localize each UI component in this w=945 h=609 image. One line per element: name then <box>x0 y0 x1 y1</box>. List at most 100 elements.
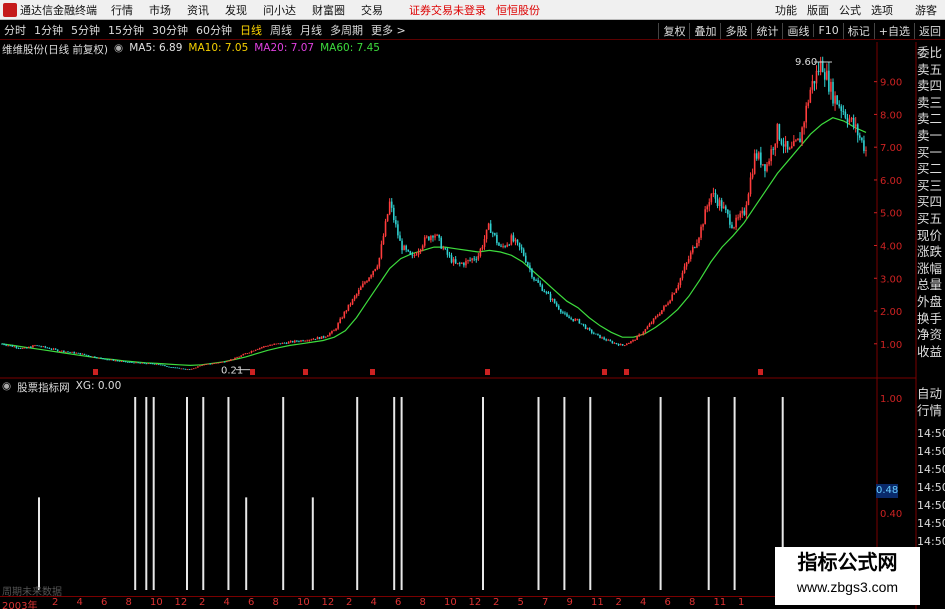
candle-body <box>425 236 428 238</box>
candle-body <box>378 257 381 267</box>
candle-body <box>390 201 393 208</box>
side-item-buy4[interactable]: 买四 <box>917 194 945 211</box>
candle-body <box>102 358 104 359</box>
quote-label[interactable]: 行情 <box>917 403 945 420</box>
candle-body <box>448 254 451 256</box>
candle-body <box>277 343 280 345</box>
side-item-volume[interactable]: 总量 <box>917 277 945 294</box>
candle-body <box>129 362 131 363</box>
candle-body <box>500 245 502 247</box>
candle-body <box>298 341 300 343</box>
time-axis-label: 8 <box>689 597 696 608</box>
candle-body <box>708 202 711 207</box>
side-item-sell1[interactable]: 卖一 <box>917 128 945 145</box>
candle-body <box>832 81 834 104</box>
sub-tick: 14:50 <box>917 481 945 494</box>
settings-dot-icon-2[interactable]: ◉ <box>2 380 11 395</box>
side-item-turnover[interactable]: 换手 <box>917 311 945 328</box>
candle-body <box>603 337 605 340</box>
kline-chart[interactable]: 9.00 8.00 7.00 6.00 5.00 4.00 3.00 2.00 1.00 1.0… <box>0 0 945 609</box>
sub-tick: 14:50 <box>917 499 945 512</box>
candle-body <box>634 339 636 341</box>
candle-body <box>287 341 290 344</box>
candle-body <box>351 299 354 305</box>
candle-body <box>30 346 32 348</box>
sub-axis-ticks: 14:50 14:50 14:50 14:50 14:50 14:50 14:5… <box>917 425 945 551</box>
side-item-buy2[interactable]: 买二 <box>917 161 945 178</box>
side-item-net-assets[interactable]: 净资 <box>917 327 945 344</box>
candle-body <box>85 354 88 356</box>
event-marker <box>370 369 375 375</box>
candle-body <box>304 340 306 342</box>
price-tick-label: 4.00 <box>880 241 902 252</box>
time-axis-label: 6 <box>101 597 108 608</box>
time-axis-label: 2 <box>199 597 206 608</box>
candle-body <box>108 359 111 361</box>
event-marker <box>624 369 629 375</box>
candle-body <box>539 282 541 286</box>
side-item-outer[interactable]: 外盘 <box>917 294 945 311</box>
candle-body <box>696 243 698 248</box>
indicator-name-label[interactable]: 股票指标网 <box>17 380 70 395</box>
side-item-sell2[interactable]: 卖二 <box>917 111 945 128</box>
candle-body <box>508 244 511 246</box>
xg-series: 1.00 0.40 <box>38 394 902 590</box>
year-label: 2003年 <box>2 601 38 609</box>
candle-body <box>452 259 455 263</box>
candle-body <box>766 164 768 172</box>
time-axis-label: 2 <box>493 597 500 608</box>
side-item-earnings[interactable]: 收益 <box>917 344 945 361</box>
sub-tick-top: 1.00 <box>880 394 902 405</box>
auto-label[interactable]: 自动 <box>917 386 945 403</box>
candle-body <box>529 265 531 270</box>
side-item-price[interactable]: 现价 <box>917 228 945 245</box>
candle-body <box>597 333 599 335</box>
candle-body <box>428 236 430 241</box>
candle-body <box>40 346 42 348</box>
candle-body <box>48 348 51 349</box>
candle-body <box>714 193 717 199</box>
candle-body <box>733 227 735 229</box>
side-item-change[interactable]: 涨跌 <box>917 244 945 261</box>
candle-body <box>747 194 750 205</box>
stock-name-label[interactable]: 维维股份(日线 前复权) <box>2 42 108 57</box>
candle-body <box>621 344 624 346</box>
candle-body <box>450 255 453 263</box>
candle-body <box>339 318 341 324</box>
side-item-sell3[interactable]: 卖三 <box>917 95 945 112</box>
candle-body <box>757 152 760 159</box>
candle-body <box>225 361 228 363</box>
candle-body <box>11 345 14 347</box>
candle-body <box>700 226 702 238</box>
candle-body <box>489 223 492 233</box>
candle-body <box>475 259 478 261</box>
candle-body <box>605 339 607 341</box>
candle-body <box>174 367 177 369</box>
candle-body <box>405 245 407 250</box>
candle-body <box>863 140 865 151</box>
side-item-sell5[interactable]: 卖五 <box>917 62 945 79</box>
candle-body <box>623 345 626 346</box>
side-item-buy3[interactable]: 买三 <box>917 178 945 195</box>
candle-body <box>114 360 117 362</box>
candle-body <box>481 246 484 249</box>
candle-body <box>753 153 756 174</box>
candle-body <box>780 139 783 145</box>
candle-body <box>345 310 348 312</box>
side-item-buy1[interactable]: 买一 <box>917 145 945 162</box>
candle-body <box>324 336 327 338</box>
sub-tick: 14:50 <box>917 535 945 548</box>
candle-body <box>859 135 861 138</box>
side-item-sell4[interactable]: 卖四 <box>917 78 945 95</box>
time-axis-label: 11 <box>591 597 604 608</box>
side-item-buy5[interactable]: 买五 <box>917 211 945 228</box>
settings-dot-icon[interactable]: ◉ <box>114 42 123 57</box>
candle-body <box>549 293 552 301</box>
candle-body <box>180 368 183 370</box>
candle-body <box>258 347 261 350</box>
side-item-weibi[interactable]: 委比 <box>917 45 945 62</box>
side-item-change-pct[interactable]: 涨幅 <box>917 261 945 278</box>
candle-body <box>184 368 187 370</box>
candle-body <box>374 269 377 271</box>
candle-body <box>642 332 645 335</box>
